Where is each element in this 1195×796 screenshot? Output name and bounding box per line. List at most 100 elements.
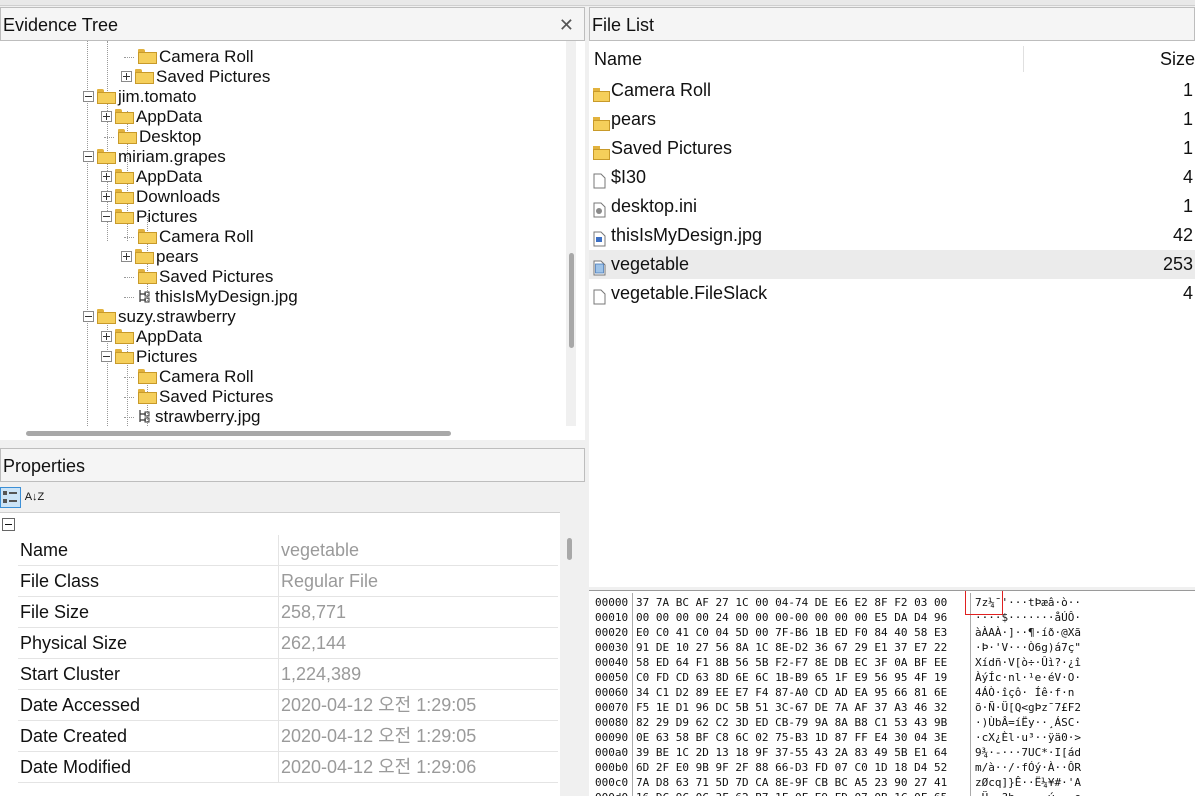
properties-vertical-scrollbar[interactable] (562, 512, 576, 796)
file-size: 1 (1182, 196, 1193, 216)
file-size: 1 (1182, 138, 1193, 158)
alphabetical-sort-icon[interactable]: A↓Z (24, 487, 45, 508)
hex-offset: 000c0 (595, 776, 629, 789)
expand-icon[interactable] (101, 331, 112, 343)
property-value: Regular File (281, 571, 379, 591)
file-row[interactable]: desktop.ini 1 (589, 192, 1195, 221)
tree-connector (124, 377, 134, 379)
property-name: Date Modified (20, 757, 132, 777)
tree-node[interactable]: Pictures (101, 347, 197, 367)
file-name: Saved Pictures (611, 138, 733, 158)
tree-node[interactable]: Saved Pictures (124, 267, 273, 287)
hex-offset: 00030 (595, 641, 629, 654)
tree-horizontal-scroll-thumb[interactable] (26, 431, 451, 436)
tree-connector (124, 277, 134, 279)
tree-vertical-scroll-thumb[interactable] (569, 253, 574, 348)
hex-ascii: ····$·······åÚÔ· (975, 611, 1081, 624)
hex-ascii: zØcq]}Ê··Ë¼¥#·'A (975, 776, 1081, 789)
tree-node[interactable]: Pictures (101, 207, 197, 227)
collapse-icon[interactable] (83, 311, 94, 323)
tree-node[interactable]: miriam.grapes (83, 147, 226, 167)
tree-node[interactable]: Camera Roll (124, 47, 253, 67)
tree-node[interactable]: Camera Roll (124, 227, 253, 247)
tree-node[interactable]: Saved Pictures (121, 67, 270, 87)
hex-row: 00080 82 29 D9 62 C2 3D ED CB-79 9A 8A B8… (589, 715, 1195, 730)
column-header-size[interactable]: Size (1160, 42, 1195, 76)
hex-ascii: ÀýÍc·nl·¹e·éV·O· (975, 671, 1081, 684)
tree-node[interactable]: pears (121, 247, 199, 267)
expand-icon[interactable] (101, 111, 112, 123)
expand-icon[interactable] (101, 191, 112, 203)
collapse-icon[interactable] (101, 351, 112, 363)
tree-node[interactable]: strawberry.jpg (124, 407, 261, 426)
tree-node[interactable]: Desktop (104, 127, 201, 147)
property-row[interactable]: Start Cluster 1,224,389 (18, 659, 558, 690)
hex-ascii: ·Þ·'V···Ò6g)á7ç" (975, 641, 1081, 654)
hex-row: 00060 34 C1 D2 89 EE E7 F4 87-A0 CD AD EA… (589, 685, 1195, 700)
file-size: 4 (1182, 167, 1193, 187)
hex-bytes: 37 7A BC AF 27 1C 00 04-74 DE E6 E2 8F F… (636, 596, 948, 609)
tree-node[interactable]: Downloads (101, 187, 220, 207)
file-row[interactable]: Camera Roll 1 (589, 76, 1195, 105)
file-row[interactable]: thisIsMyDesign.jpg 42 (589, 221, 1195, 250)
tree-vertical-scrollbar[interactable] (566, 41, 576, 426)
file-name: thisIsMyDesign.jpg (611, 225, 763, 245)
collapse-group-icon[interactable] (2, 518, 15, 531)
properties-title: Properties (0, 448, 585, 482)
file-row[interactable]: $I30 4 (589, 163, 1195, 192)
categorized-view-icon[interactable] (0, 487, 21, 508)
tree-node[interactable]: Saved Pictures (124, 387, 273, 407)
tree-node[interactable]: AppData (101, 167, 202, 187)
properties-scroll-thumb[interactable] (567, 538, 572, 560)
property-name: Physical Size (20, 633, 128, 653)
file-tree-icon (138, 408, 151, 424)
collapse-icon[interactable] (101, 211, 112, 223)
property-row[interactable]: Date Modified 2020-04-12 오전 1:29:06 (18, 752, 558, 783)
tree-node[interactable]: Camera Roll (124, 367, 253, 387)
column-separator[interactable] (1023, 46, 1024, 72)
evidence-tree-view[interactable]: Camera Roll Saved Pictures jim.tomato AppDa… (0, 41, 560, 426)
tree-horizontal-scrollbar[interactable] (0, 426, 560, 440)
tree-connector (124, 417, 134, 419)
tree-node-label: thisIsMyDesign.jpg (155, 287, 298, 306)
property-row[interactable]: File Size 258,771 (18, 597, 558, 628)
tree-node[interactable]: suzy.strawberry (83, 307, 236, 327)
folder-icon (138, 229, 157, 245)
property-value: vegetable (281, 540, 360, 560)
file-row[interactable]: vegetable 253 (589, 250, 1195, 279)
folder-icon (97, 89, 116, 105)
property-row[interactable]: Physical Size 262,144 (18, 628, 558, 659)
collapse-icon[interactable] (83, 151, 94, 163)
property-row[interactable]: Name vegetable (18, 535, 558, 566)
tree-node-label: Desktop (139, 127, 202, 146)
file-list-panel: File List Name Size Camera Roll 1 pears 1 Sa… (589, 7, 1195, 587)
column-header-name[interactable]: Name (594, 42, 642, 76)
folder-icon (115, 209, 134, 225)
tree-node[interactable]: AppData (101, 107, 202, 127)
file-row[interactable]: vegetable.FileSlack 4 (589, 279, 1195, 308)
close-icon[interactable]: ✕ (559, 16, 574, 34)
property-row[interactable]: Date Created 2020-04-12 오전 1:29:05 (18, 721, 558, 752)
file-size: 253 (1162, 254, 1193, 274)
tree-node[interactable]: AppData (101, 327, 202, 347)
hex-view-panel[interactable]: 00000 37 7A BC AF 27 1C 00 04-74 DE E6 E2… (589, 590, 1195, 796)
hex-ascii: 9¾·-···7UC*·I[ád (975, 746, 1081, 759)
property-value: 258,771 (281, 602, 347, 622)
collapse-icon[interactable] (83, 91, 94, 103)
file-size: 42 (1172, 225, 1193, 245)
hex-bytes: 7A D8 63 71 5D 7D CA 8E-9F CB BC A5 23 9… (636, 776, 948, 789)
property-row[interactable]: Date Accessed 2020-04-12 오전 1:29:05 (18, 690, 558, 721)
expand-icon[interactable] (101, 171, 112, 183)
property-row[interactable]: File Class Regular File (18, 566, 558, 597)
file-row[interactable]: pears 1 (589, 105, 1195, 134)
hex-offset: 00060 (595, 686, 629, 699)
expand-icon[interactable] (121, 251, 132, 263)
file-row[interactable]: Saved Pictures 1 (589, 134, 1195, 163)
folder-icon (138, 389, 157, 405)
file-name: Camera Roll (611, 80, 712, 100)
hex-ascii: ·)ÙbÂ=íËy··¸ÁSC· (975, 716, 1081, 729)
tree-node[interactable]: thisIsMyDesign.jpg (124, 287, 298, 307)
expand-icon[interactable] (121, 71, 132, 83)
hex-row: 000a0 39 BE 1C 2D 13 18 9F 37-55 43 2A 83… (589, 745, 1195, 760)
tree-node[interactable]: jim.tomato (83, 87, 196, 107)
